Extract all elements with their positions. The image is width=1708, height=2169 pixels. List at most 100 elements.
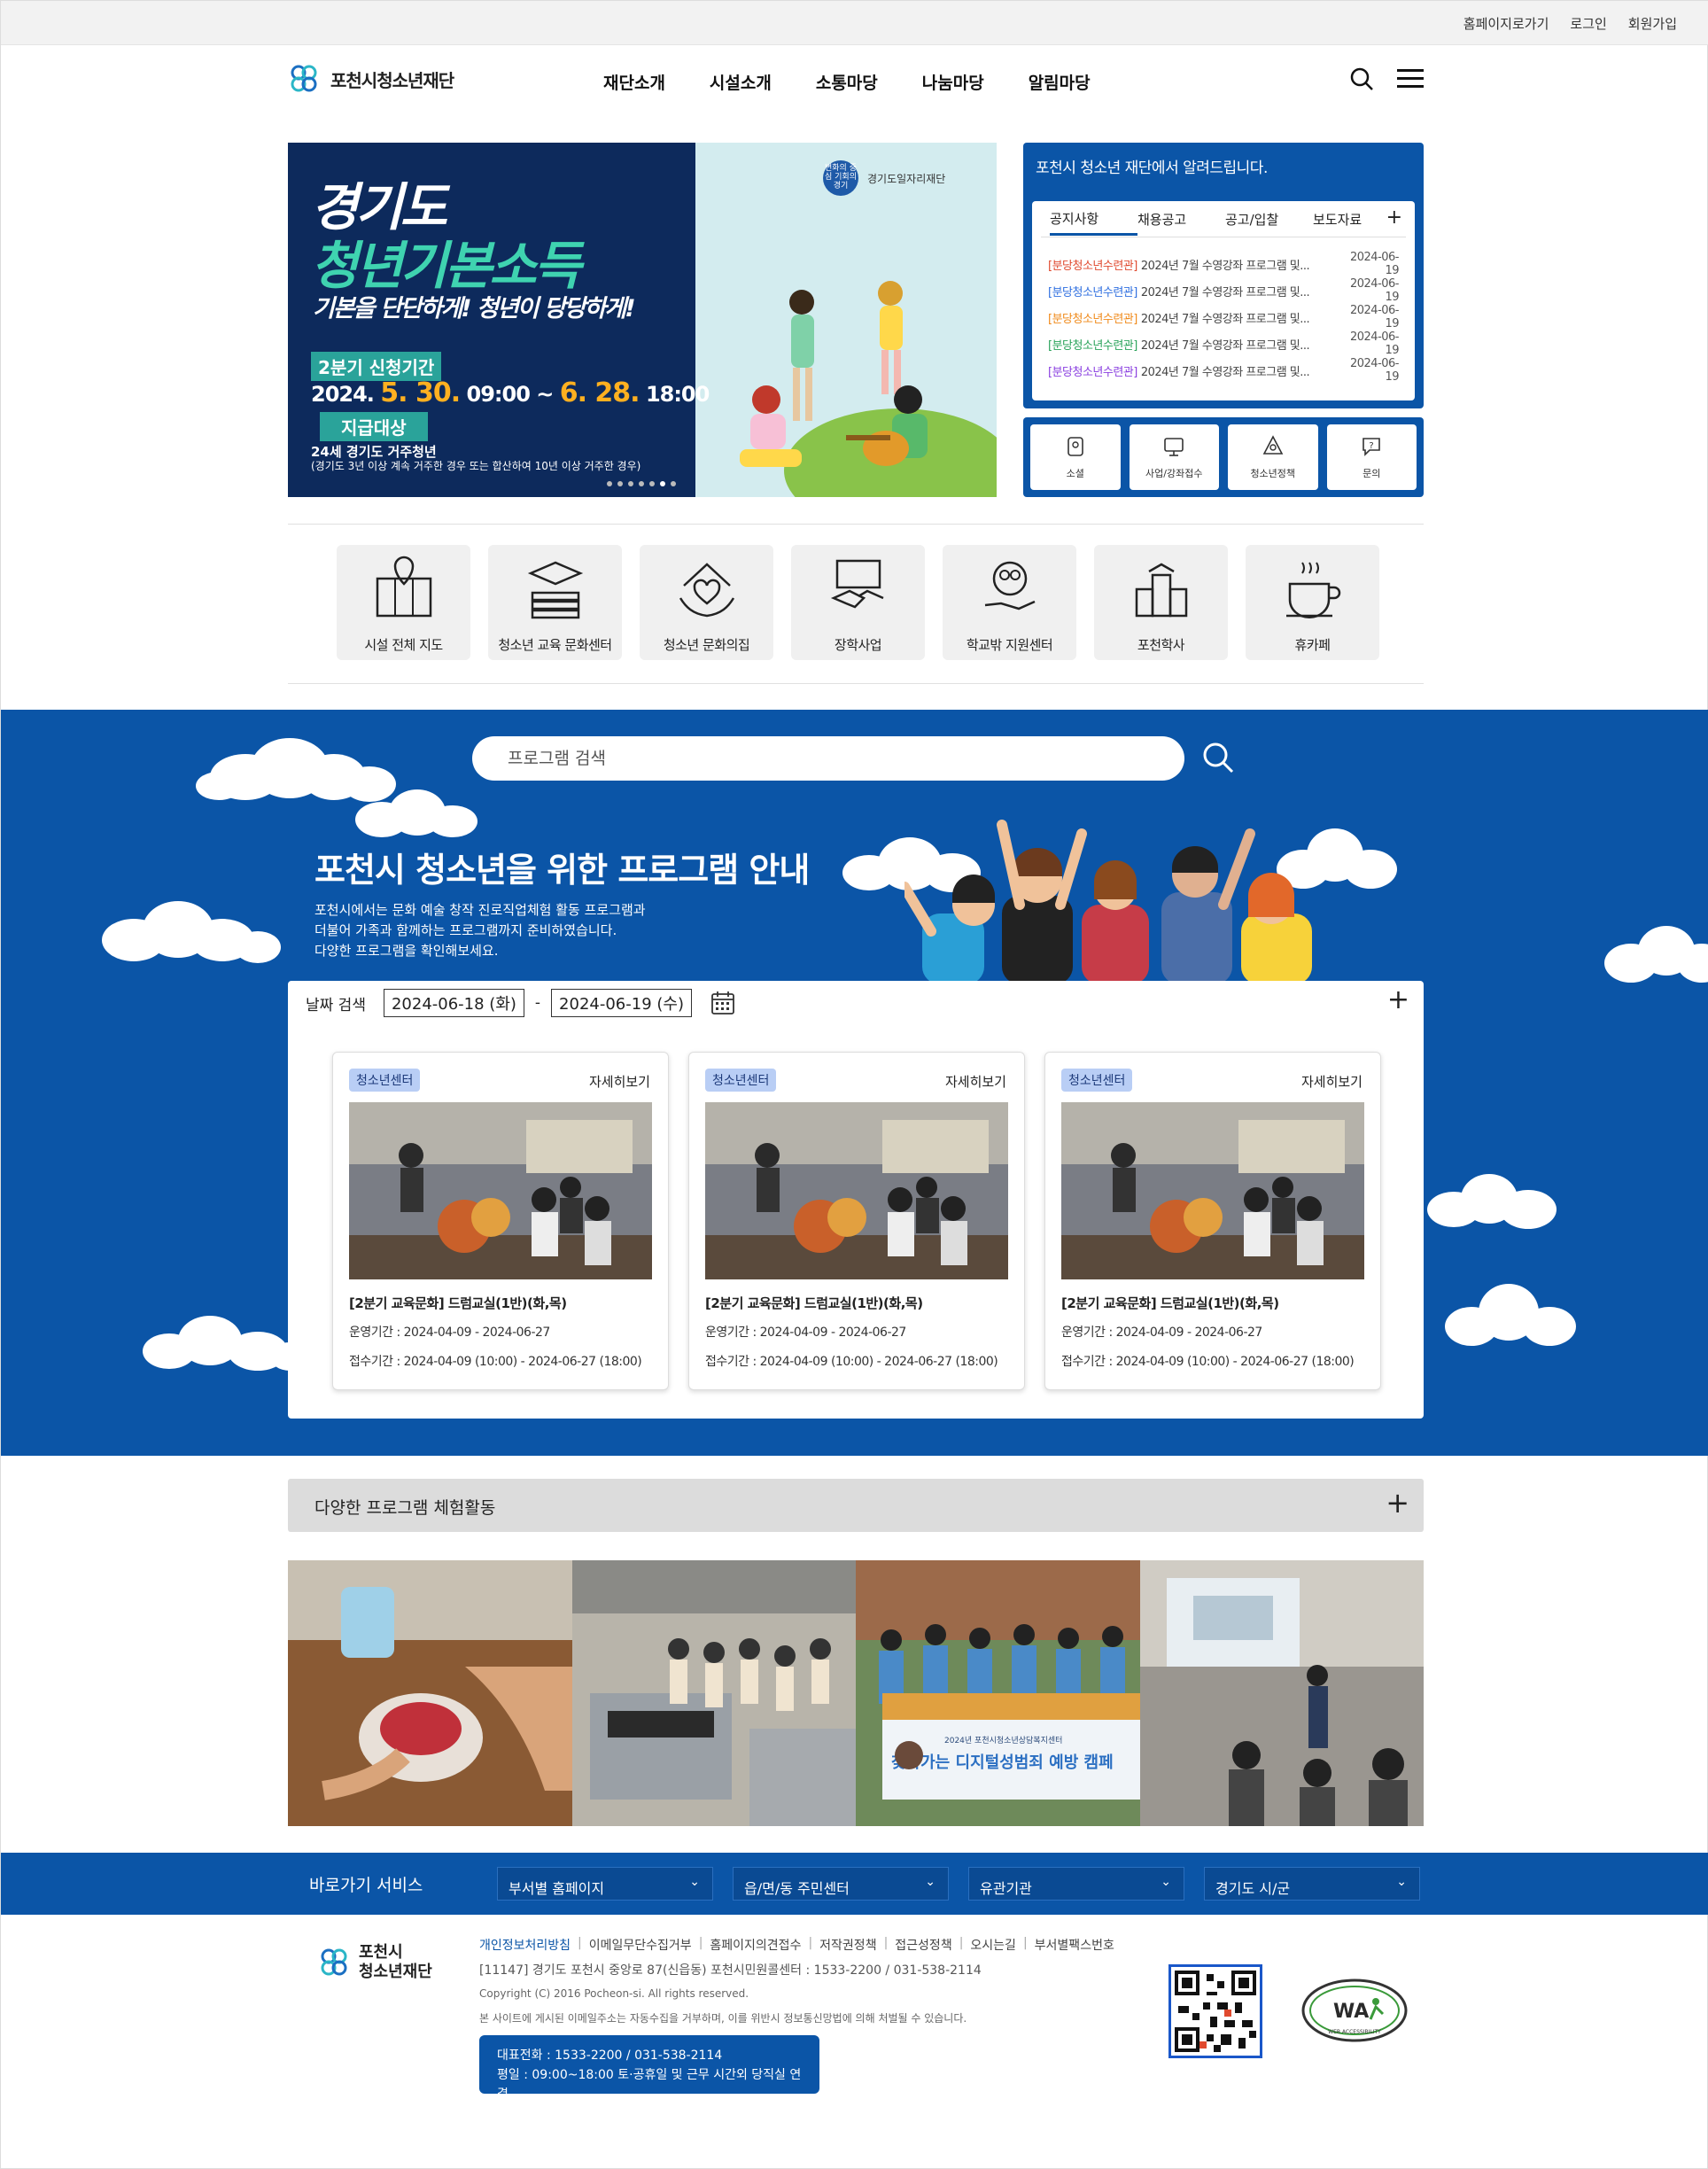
copyright-policy-link[interactable]: 저작권정책 (819, 1936, 876, 1954)
nav-facilities[interactable]: 시설소개 (710, 70, 772, 94)
privacy-policy-link[interactable]: 개인정보처리방침 (479, 1936, 571, 1954)
quick-policy[interactable]: 청소년정책 (1228, 424, 1318, 490)
calendar-icon[interactable] (710, 990, 736, 1016)
program-card-run-period: 운영기간 : 2024-04-09 - 2024-06-27 (349, 1326, 550, 1340)
house-heart-icon (679, 563, 734, 618)
site-logo[interactable]: 포천시청소년재단 (286, 61, 454, 97)
activities-title: 다양한 프로그램 체험활동 (314, 1498, 496, 1518)
nav-foundation[interactable]: 재단소개 (603, 70, 665, 94)
program-card[interactable]: 청소년센터 자세히보기 [2분기 교육문화] 드럼교실(1반)(화,목) 운영기… (332, 1052, 669, 1390)
date-search-label: 날짜 검색 (306, 996, 366, 1015)
notice-more-plus-icon[interactable]: + (1386, 206, 1402, 229)
fax-numbers-link[interactable]: 부서별팩스번호 (1035, 1936, 1114, 1954)
related-agency-select[interactable]: 유관기관 ⌄ (968, 1867, 1184, 1901)
program-card[interactable]: 청소년센터 자세히보기 [2분기 교육문화] 드럼교실(1반)(화,목) 운영기… (1044, 1052, 1381, 1390)
nav-community[interactable]: 소통마당 (816, 70, 878, 94)
tab-recruit[interactable]: 채용공고 (1137, 210, 1225, 229)
footer-links: 개인정보처리방침 | 이메일무단수집거부 | 홈페이지의견접수 | 저작권정책 | 접근… (479, 1936, 1114, 1954)
department-site-select[interactable]: 부서별 홈페이지 ⌄ (497, 1867, 713, 1901)
quick-social[interactable]: 소셜 (1030, 424, 1121, 490)
footer-main-phone: 대표전화 : 1533-2200 / 031-538-2114 (497, 2048, 723, 2063)
notice-item[interactable]: [분당청소년수련관] 2024년 7월 수영강좌 프로그램 및... 2024-06… (1048, 304, 1411, 330)
activity-photo[interactable]: 2024년 포천시청소년상담복지센터 찾아가는 디지털성범죄 예방 캠페 (856, 1560, 1140, 1826)
nav-notice[interactable]: 알림마당 (1029, 70, 1091, 94)
wa-badge-subtext: WEB ACCESSIBILITY (1328, 2029, 1381, 2035)
activities-more-plus-icon[interactable]: + (1386, 1486, 1409, 1520)
hero-dot[interactable] (628, 481, 633, 486)
quick-facility-map-label: 시설 전체 지도 (364, 637, 443, 653)
activity-photo[interactable] (288, 1560, 572, 1826)
homepage-link[interactable]: 홈페이지로가기 (1463, 14, 1549, 33)
footer-logo-line1: 포천시 (359, 1943, 403, 1962)
select-value: 경기도 시/군 (1215, 1880, 1291, 1897)
directions-link[interactable]: 오시는길 (970, 1936, 1016, 1954)
date-from-input[interactable]: 2024-06-18 (화) (383, 989, 524, 1017)
feedback-link[interactable]: 홈페이지의견접수 (710, 1936, 801, 1954)
email-refusal-link[interactable]: 이메일무단수집거부 (589, 1936, 692, 1954)
qr-code[interactable] (1168, 1964, 1262, 2058)
program-more-plus-icon[interactable]: + (1387, 984, 1409, 1015)
hero-dot[interactable] (639, 481, 644, 486)
community-center-select[interactable]: 읍/면/동 주민센터 ⌄ (733, 1867, 949, 1901)
program-card-photo (1061, 1102, 1364, 1279)
quick-apply[interactable]: 사업/강좌접수 (1129, 424, 1219, 490)
tab-notices[interactable]: 공지사항 (1050, 209, 1137, 236)
program-search-input[interactable]: 프로그램 검색 (472, 736, 1184, 781)
quick-apply-label: 사업/강좌접수 (1145, 468, 1203, 479)
activity-photo[interactable] (571, 1560, 856, 1826)
quick-education-center[interactable]: 청소년 교육 문화센터 (488, 545, 622, 660)
hero-dot-active[interactable] (660, 481, 665, 486)
quick-cafe[interactable]: 휴카페 (1246, 545, 1379, 660)
tab-bids[interactable]: 공고/입찰 (1225, 210, 1313, 229)
quick-facility-map[interactable]: 시설 전체 지도 (337, 545, 470, 660)
program-card-more-link[interactable]: 자세히보기 (1301, 1072, 1363, 1091)
notice-item[interactable]: [분당청소년수련관] 2024년 7월 수영강좌 프로그램 및... 2024-06… (1048, 251, 1411, 277)
hero-dot[interactable] (671, 481, 676, 486)
accessibility-policy-link[interactable]: 접근성정책 (895, 1936, 951, 1954)
search-icon[interactable] (1349, 66, 1374, 91)
hero-target-label: 지급대상 (320, 412, 428, 441)
program-card[interactable]: 청소년센터 자세히보기 [2분기 교육문화] 드럼교실(1반)(화,목) 운영기… (688, 1052, 1025, 1390)
quick-scholarship[interactable]: 장학사업 (791, 545, 925, 660)
hero-banner[interactable]: 변화의 중심 기회의 경기 경기도일자리재단 경기도 청년기본소득 기본을 단단… (288, 143, 997, 497)
program-card-run-period: 운영기간 : 2024-04-09 - 2024-06-27 (1061, 1326, 1262, 1340)
activity-photo[interactable] (1139, 1560, 1424, 1826)
section-divider (288, 683, 1424, 684)
notice-list: [분당청소년수련관] 2024년 7월 수영강좌 프로그램 및... 2024-06… (1048, 251, 1411, 384)
page: 홈페이지로가기 로그인 회원가입 포천시청소년재단 재단소개 시설소개 소통마당… (0, 0, 1708, 2169)
hero-dot[interactable] (649, 481, 655, 486)
notice-title: 2024년 7월 수영강좌 프로그램 및... (1140, 259, 1310, 273)
notice-item[interactable]: [분당청소년수련관] 2024년 7월 수영강좌 프로그램 및... 2024-06… (1048, 277, 1411, 304)
quick-out-of-school[interactable]: 학교밖 지원센터 (943, 545, 1076, 660)
notice-item[interactable]: [분당청소년수련관] 2024년 7월 수영강좌 프로그램 및... 2024-06… (1048, 330, 1411, 357)
hero-period-end-time: 18:00 (645, 382, 710, 407)
drum-class-photo (705, 1102, 1008, 1279)
footer-logo[interactable]: 포천시 청소년재단 (316, 1943, 432, 1982)
program-card-more-link[interactable]: 자세히보기 (589, 1072, 650, 1091)
login-link[interactable]: 로그인 (1570, 14, 1606, 33)
clover-logo-icon (321, 1948, 347, 1976)
notice-item[interactable]: [분당청소년수련관] 2024년 7월 수영강좌 프로그램 및... 2024-06… (1048, 357, 1411, 384)
quick-culture-house[interactable]: 청소년 문화의집 (640, 545, 773, 660)
cloud-decoration (143, 1316, 309, 1371)
signup-link[interactable]: 회원가입 (1628, 14, 1677, 33)
date-to-input[interactable]: 2024-06-19 (수) (551, 989, 692, 1017)
chevron-down-icon: ⌄ (1396, 1875, 1407, 1889)
program-card-more-link[interactable]: 자세히보기 (945, 1072, 1006, 1091)
hero-dot[interactable] (607, 481, 612, 486)
select-value: 유관기관 (980, 1880, 1032, 1897)
coffee-cup-icon (1285, 562, 1340, 619)
notice-date: 2024-06-19 (1349, 277, 1400, 304)
top-utility-bar: 홈페이지로가기 로그인 회원가입 (1, 1, 1708, 45)
nav-sharing[interactable]: 나눔마당 (922, 70, 984, 94)
header-icons (1349, 66, 1424, 91)
web-accessibility-mark[interactable]: WA WEB ACCESSIBILITY (1300, 1975, 1409, 2046)
program-search-icon[interactable] (1200, 740, 1236, 775)
hero-dot[interactable] (617, 481, 623, 486)
gyeonggi-city-select[interactable]: 경기도 시/군 ⌄ (1204, 1867, 1420, 1901)
quick-inquiry[interactable]: ? 문의 (1326, 424, 1417, 490)
link-separator: | (1022, 1936, 1028, 1950)
quick-pocheon-hall[interactable]: 포천학사 (1094, 545, 1228, 660)
hero-line3: 기본을 단단하게! 청년이 당당하게! (313, 295, 636, 323)
menu-icon[interactable] (1397, 67, 1424, 90)
